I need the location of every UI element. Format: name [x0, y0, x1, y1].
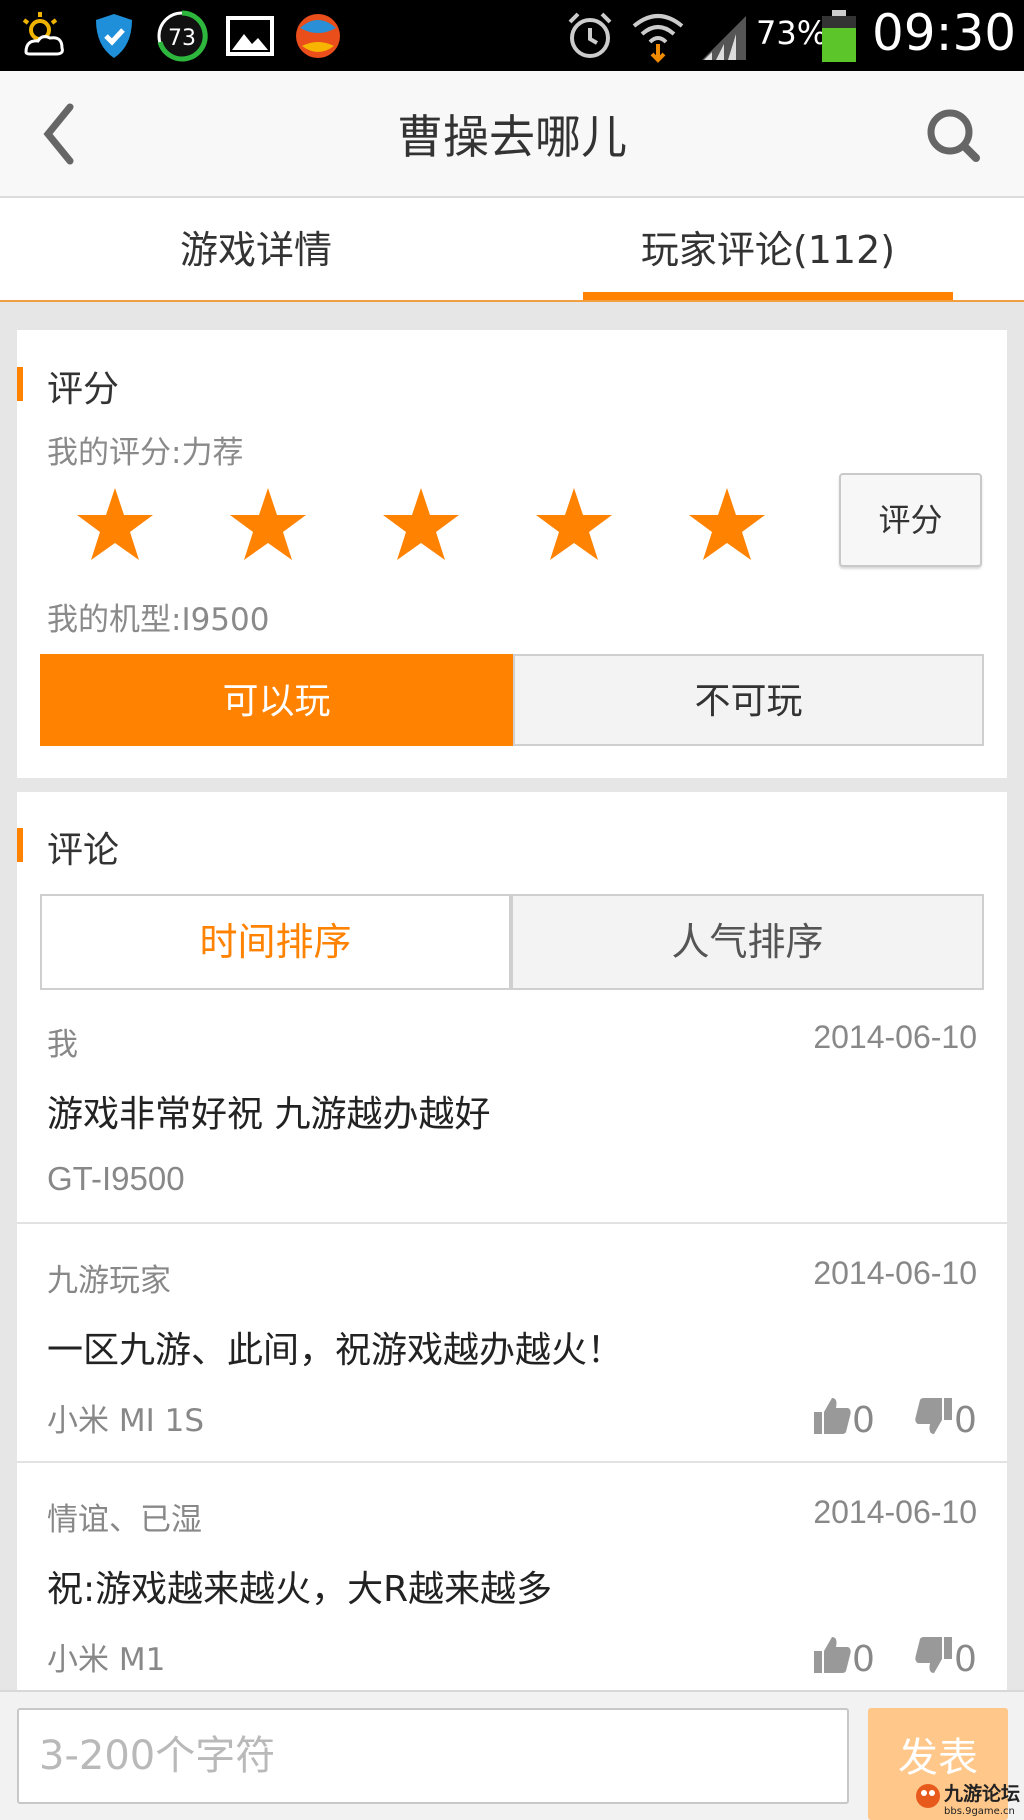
svg-text:bbs.9game.cn: bbs.9game.cn — [944, 1806, 1015, 1817]
comment-username: 我 — [47, 1027, 78, 1063]
browser-icon — [290, 8, 346, 64]
thumbs-down-icon — [915, 1398, 952, 1434]
comment-date: 2014-06-10 — [813, 1494, 977, 1530]
star-icon[interactable] — [687, 484, 767, 564]
divider — [17, 1461, 1007, 1463]
weather-icon — [16, 8, 72, 64]
star-icon[interactable] — [228, 484, 308, 564]
tab-game-details[interactable]: 游戏详情 — [0, 198, 512, 302]
image-icon — [222, 8, 278, 64]
comment-device: GT-I9500 — [47, 1160, 185, 1197]
my-rating-label: 我的评分:力荐 — [47, 435, 244, 471]
battery-percent: 73% — [756, 14, 828, 52]
divider — [17, 1222, 1007, 1224]
like-count: 0 — [852, 1639, 875, 1680]
comment-composer: 发表 — [0, 1690, 1024, 1820]
tab-bar: 游戏详情 玩家评论(112) — [0, 198, 1024, 302]
my-device-label: 我的机型:I9500 — [47, 602, 270, 638]
forum-watermark-logo: 九游论坛 bbs.9game.cn — [912, 1776, 1024, 1820]
shield-icon — [86, 8, 142, 64]
svg-text:九游论坛: 九游论坛 — [943, 1782, 1020, 1805]
comment-input[interactable] — [17, 1708, 849, 1804]
svg-text:73: 73 — [168, 26, 196, 51]
status-bar: 73 73% 09:30 — [0, 0, 1024, 71]
rating-section-title: 评分 — [47, 369, 120, 410]
title-bar: 曹操去哪儿 — [0, 71, 1024, 198]
badge-icon: 73 — [154, 8, 210, 64]
thumbs-down-icon — [915, 1637, 952, 1673]
sort-by-popularity-button[interactable]: 人气排序 — [511, 894, 984, 990]
signal-icon — [698, 8, 754, 64]
comment-date: 2014-06-10 — [813, 1019, 977, 1055]
like-button[interactable]: 0 — [812, 1396, 875, 1441]
sort-by-time-button[interactable]: 时间排序 — [40, 894, 511, 990]
comment-device: 小米 MI 1S — [47, 1403, 204, 1439]
star-icon[interactable] — [381, 484, 461, 564]
comment-username: 情谊、已湿 — [47, 1502, 202, 1538]
battery-icon — [820, 8, 858, 64]
thumbs-up-icon — [814, 1398, 851, 1434]
thumbs-up-icon — [814, 1637, 851, 1673]
star-icon[interactable] — [534, 484, 614, 564]
dislike-count: 0 — [954, 1400, 977, 1441]
dislike-count: 0 — [954, 1639, 977, 1680]
section-accent-bar — [17, 828, 23, 862]
playable-button[interactable]: 可以玩 — [40, 654, 513, 746]
dislike-button[interactable]: 0 — [914, 1396, 977, 1441]
search-button[interactable] — [914, 99, 994, 169]
wifi-icon — [630, 8, 686, 64]
comment-username: 九游玩家 — [47, 1263, 171, 1299]
comment-text: 游戏非常好祝 九游越办越好 — [47, 1094, 491, 1135]
section-accent-bar — [17, 367, 23, 401]
comment-text: 祝:游戏越来越火，大R越来越多 — [47, 1569, 553, 1610]
alarm-icon — [562, 8, 618, 64]
clock: 09:30 — [872, 4, 1017, 62]
comment-date: 2014-06-10 — [813, 1255, 977, 1291]
page-title: 曹操去哪儿 — [397, 110, 627, 164]
unplayable-button[interactable]: 不可玩 — [513, 654, 984, 746]
app-root: 73 73% 09:30 曹操去哪儿 游戏详情 玩家评论(112) 评分 我的评… — [0, 0, 1024, 1820]
like-button[interactable]: 0 — [812, 1635, 875, 1680]
comment-text: 一区九游、此间，祝游戏越办越火！ — [47, 1330, 624, 1371]
active-tab-indicator — [583, 292, 953, 300]
comment-device: 小米 M1 — [47, 1642, 166, 1678]
dislike-button[interactable]: 0 — [914, 1635, 977, 1680]
search-icon — [927, 109, 980, 162]
like-count: 0 — [852, 1400, 875, 1441]
tab-player-reviews[interactable]: 玩家评论(112) — [512, 198, 1024, 302]
rate-button[interactable]: 评分 — [839, 473, 982, 567]
comments-section-title: 评论 — [47, 830, 120, 871]
star-icon[interactable] — [75, 484, 155, 564]
